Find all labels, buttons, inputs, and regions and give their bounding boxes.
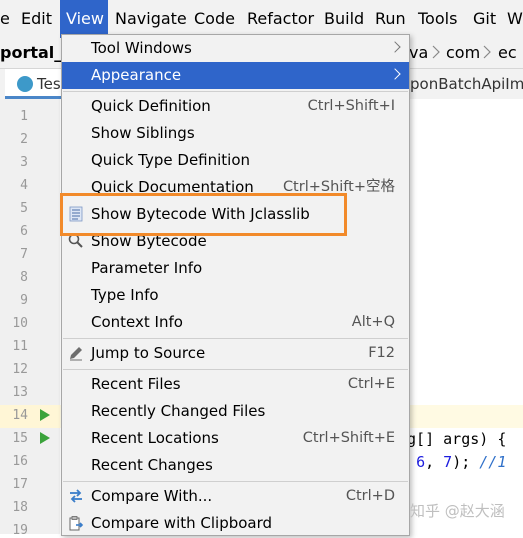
chevron-right-icon xyxy=(483,45,491,59)
line-number: 2 xyxy=(20,132,28,147)
menu-item-context-info[interactable]: Context Info Alt+Q xyxy=(62,309,409,336)
line-number: 16 xyxy=(12,454,28,469)
menu-item-recent-locations[interactable]: Recent Locations Ctrl+Shift+E xyxy=(62,425,409,452)
line-number: 6 xyxy=(20,224,28,239)
line-number: 7 xyxy=(20,247,28,262)
editor-tab-active[interactable]: Tes xyxy=(5,69,61,99)
menu-item-recent-files[interactable]: Recent Files Ctrl+E xyxy=(62,371,409,398)
menu-refactor[interactable]: Refactor xyxy=(247,0,314,38)
line-number: 18 xyxy=(12,500,28,515)
menu-item-jump-to-source[interactable]: Jump to Source F12 xyxy=(62,340,409,367)
compare-arrows-icon xyxy=(70,489,82,503)
menu-separator xyxy=(63,481,408,482)
menu-item-shortcut: F12 xyxy=(368,345,395,361)
pencil-icon xyxy=(70,347,82,361)
menu-item-recent-changes[interactable]: Recent Changes xyxy=(62,452,409,479)
menu-item-shortcut: Ctrl+D xyxy=(345,488,395,504)
menu-item-label: Recent Files xyxy=(91,375,181,393)
menu-item-label: Show Siblings xyxy=(91,124,195,142)
watermark-text: 知乎 @赵大涵 xyxy=(410,502,505,520)
menu-item-shortcut: Ctrl+E xyxy=(347,376,395,392)
menu-item-label: Compare With... xyxy=(91,487,213,505)
run-gutter-icon[interactable] xyxy=(40,409,50,421)
code-line-16: , 6, 7); //1 xyxy=(398,453,506,471)
chevron-right-icon xyxy=(432,45,440,59)
code-number: 7 xyxy=(443,453,453,471)
code-text: , xyxy=(425,453,444,471)
menu-tools[interactable]: Tools xyxy=(418,0,457,38)
menu-item-label: Quick Definition xyxy=(91,97,211,115)
menu-item-quick-definition[interactable]: Quick Definition Ctrl+Shift+I xyxy=(62,93,409,120)
menu-item-label: Compare with Clipboard xyxy=(91,514,273,532)
menu-separator xyxy=(63,91,408,92)
menu-item-label: Context Info xyxy=(91,313,183,331)
menu-edit[interactable]: Edit xyxy=(21,0,52,38)
menu-item-shortcut: Alt+Q xyxy=(351,314,395,330)
menu-code[interactable]: Code xyxy=(194,0,235,38)
line-number: 14 xyxy=(12,408,28,423)
menu-navigate[interactable]: Navigate xyxy=(115,0,187,38)
menu-item-recently-changed-files[interactable]: Recently Changed Files xyxy=(62,398,409,425)
menu-item-label: Appearance xyxy=(91,66,182,84)
code-number: 6 xyxy=(416,453,426,471)
line-number-gutter: 1 2 3 4 5 6 7 8 9 10 11 12 13 14 15 16 1… xyxy=(0,99,60,538)
nav-crumb-com[interactable]: com xyxy=(446,38,480,68)
line-number: 19 xyxy=(12,523,28,538)
line-number: 3 xyxy=(20,155,28,170)
menu-item-parameter-info[interactable]: Parameter Info xyxy=(62,255,409,282)
menu-item-label: Recently Changed Files xyxy=(91,402,266,420)
line-number: 5 xyxy=(20,201,28,216)
line-number: 9 xyxy=(20,293,28,308)
nav-crumb-ec[interactable]: ec xyxy=(498,38,517,68)
menu-separator xyxy=(63,369,408,370)
menu-item-appearance[interactable]: Appearance xyxy=(62,62,409,89)
code-line-15: ng[] args) { xyxy=(398,430,507,448)
menu-item-show-siblings[interactable]: Show Siblings xyxy=(62,120,409,147)
menu-separator xyxy=(63,338,408,339)
menu-window-partial[interactable]: W xyxy=(507,0,523,38)
line-number: 10 xyxy=(12,316,28,331)
menu-run[interactable]: Run xyxy=(375,0,406,38)
code-text: ); xyxy=(452,453,480,471)
clipboard-compare-icon xyxy=(69,516,84,531)
menu-item-shortcut: Ctrl+Shift+I xyxy=(307,98,395,114)
menu-build[interactable]: Build xyxy=(324,0,364,38)
menu-item-tool-windows[interactable]: Tool Windows xyxy=(62,35,409,62)
menu-item-quick-type-definition[interactable]: Quick Type Definition xyxy=(62,147,409,174)
line-number: 12 xyxy=(12,362,28,377)
tab-label-right[interactable]: ponBatchApiImp xyxy=(410,69,523,99)
menu-view[interactable]: View xyxy=(60,0,108,38)
line-number: 15 xyxy=(12,431,28,446)
menu-item-label: Type Info xyxy=(91,286,159,304)
line-number: 1 xyxy=(20,109,28,124)
line-number: 8 xyxy=(20,270,28,285)
menu-item-label: Parameter Info xyxy=(91,259,203,277)
nav-crumb-va[interactable]: va xyxy=(409,38,428,68)
line-number: 11 xyxy=(12,339,28,354)
menu-item-label: Tool Windows xyxy=(91,39,192,57)
annotation-highlight-box xyxy=(60,193,347,236)
menu-item-label: Recent Changes xyxy=(91,456,213,474)
menu-git[interactable]: Git xyxy=(473,0,496,38)
menu-item-compare-with[interactable]: Compare With... Ctrl+D xyxy=(62,483,409,510)
line-number: 13 xyxy=(12,385,28,400)
menu-item-label: Jump to Source xyxy=(91,344,206,362)
class-file-icon xyxy=(17,76,33,92)
view-menu-dropdown: Tool Windows Appearance Quick Definition… xyxy=(61,34,410,536)
menu-item-type-info[interactable]: Type Info xyxy=(62,282,409,309)
line-number: 4 xyxy=(20,178,28,193)
tab-label: Tes xyxy=(37,75,61,93)
menu-partial-item[interactable]: e xyxy=(0,0,10,38)
menu-item-label: Recent Locations xyxy=(91,429,219,447)
menu-item-label: Quick Type Definition xyxy=(91,151,251,169)
submenu-arrow-icon xyxy=(389,41,401,53)
submenu-arrow-icon xyxy=(389,68,401,80)
line-number: 17 xyxy=(12,477,28,492)
menu-item-compare-with-clipboard[interactable]: Compare with Clipboard xyxy=(62,510,409,535)
code-comment: //1 xyxy=(479,453,507,471)
run-gutter-icon[interactable] xyxy=(40,432,50,444)
menu-item-shortcut: Ctrl+Shift+E xyxy=(302,430,395,446)
